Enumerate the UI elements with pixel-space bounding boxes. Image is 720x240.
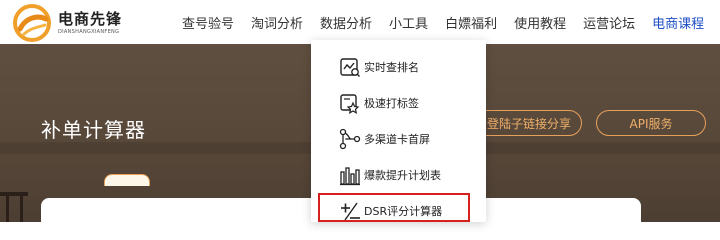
nav-item-keyword-analysis[interactable]: 淘词分析 [251,13,303,32]
realtime-rank-icon [340,58,360,77]
menu-item-label: 极速打标签 [364,97,419,110]
logo-subtitle: DIANSHANGXIANFENG [58,29,120,35]
menu-item-label: 实时查排名 [364,61,419,74]
menu-item-hot-plan[interactable]: 爆款提升计划表 [311,157,486,193]
logo-swirl-icon [13,4,51,42]
nav-item-courses[interactable]: 电商课程 [652,13,704,32]
site-logo[interactable]: 电商先锋 DIANSHANGXIANFENG [12,3,172,43]
menu-item-multi-channel[interactable]: 多渠道卡首屏 [311,121,486,157]
top-header: 电商先锋 DIANSHANGXIANFENG 查号验号 淘词分析 数据分析 小工… [0,0,720,44]
nav-item-tutorials[interactable]: 使用教程 [514,13,566,32]
nav-item-free-benefits[interactable]: 白嫖福利 [445,13,497,32]
menu-item-label: 多渠道卡首屏 [364,133,430,146]
selection-highlight [318,193,470,222]
api-service-button[interactable]: API服务 [596,110,706,136]
card-tab[interactable] [104,174,150,186]
logo-title: 电商先锋 [58,10,123,28]
main-nav: 查号验号 淘词分析 数据分析 小工具 白嫖福利 使用教程 运营论坛 电商课程 [182,0,720,44]
menu-item-label: 爆款提升计划表 [364,169,441,182]
nav-item-data-analysis[interactable]: 数据分析 [320,13,372,32]
nav-item-account-check[interactable]: 查号验号 [182,13,234,32]
menu-item-realtime-rank[interactable]: 实时查排名 [311,49,486,85]
multi-channel-icon [339,128,361,150]
nav-item-forum[interactable]: 运营论坛 [583,13,635,32]
nav-item-tools[interactable]: 小工具 [389,13,428,32]
login-link-share-button[interactable]: 登陆子链接分享 [470,110,582,136]
page-title: 补单计算器 [41,118,146,142]
menu-item-quick-tag[interactable]: 极速打标签 [311,85,486,121]
bar-chart-icon [340,167,360,186]
decor-stand [0,192,28,222]
tag-star-icon [340,94,360,114]
